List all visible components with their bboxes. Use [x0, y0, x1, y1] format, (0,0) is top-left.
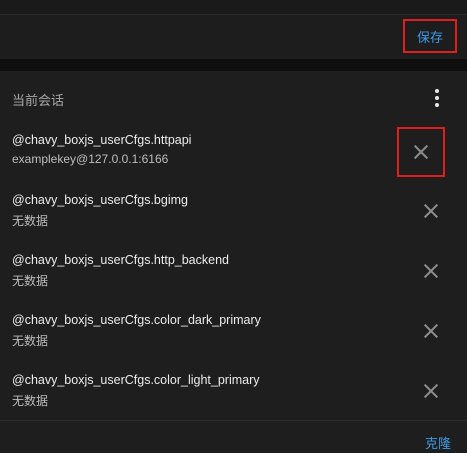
close-icon	[424, 204, 438, 218]
close-icon	[424, 264, 438, 278]
delete-button[interactable]	[397, 127, 445, 177]
row-key: @chavy_boxjs_userCfgs.http_backend	[12, 253, 229, 267]
row-value: 无数据	[12, 274, 49, 288]
session-row: @chavy_boxjs_userCfgs.color_light_primar…	[0, 365, 467, 425]
clone-button[interactable]: 克隆	[425, 433, 451, 452]
delete-button[interactable]	[409, 369, 453, 413]
close-icon	[414, 145, 428, 159]
save-button[interactable]: 保存	[403, 19, 457, 53]
row-value: 无数据	[12, 214, 49, 228]
card-header: 当前会话	[0, 71, 467, 125]
save-bar: 保存	[0, 15, 467, 59]
row-key: @chavy_boxjs_userCfgs.color_light_primar…	[12, 373, 260, 387]
top-strip	[0, 0, 467, 15]
delete-button[interactable]	[409, 189, 453, 233]
row-value: 无数据	[12, 394, 49, 408]
section-gap	[0, 59, 467, 71]
session-row: @chavy_boxjs_userCfgs.httpapi examplekey…	[0, 125, 467, 185]
session-row: @chavy_boxjs_userCfgs.color_dark_primary…	[0, 305, 467, 365]
delete-button[interactable]	[409, 309, 453, 353]
row-value: 无数据	[12, 334, 49, 348]
row-key: @chavy_boxjs_userCfgs.httpapi	[12, 133, 192, 147]
session-card: 当前会话 @chavy_boxjs_userCfgs.httpapi examp…	[0, 71, 467, 453]
more-vertical-icon[interactable]	[429, 87, 445, 109]
row-key: @chavy_boxjs_userCfgs.bgimg	[12, 193, 188, 207]
session-row: @chavy_boxjs_userCfgs.bgimg 无数据	[0, 185, 467, 245]
session-row: @chavy_boxjs_userCfgs.http_backend 无数据	[0, 245, 467, 305]
close-icon	[424, 384, 438, 398]
close-icon	[424, 324, 438, 338]
divider	[0, 420, 467, 421]
card-title: 当前会话	[12, 93, 65, 108]
row-key: @chavy_boxjs_userCfgs.color_dark_primary	[12, 313, 261, 327]
delete-button[interactable]	[409, 249, 453, 293]
screen: 保存 当前会话 @chavy_boxjs_userCfgs.httpapi ex…	[0, 0, 467, 453]
row-value: examplekey@127.0.0.1:6166	[12, 152, 169, 166]
